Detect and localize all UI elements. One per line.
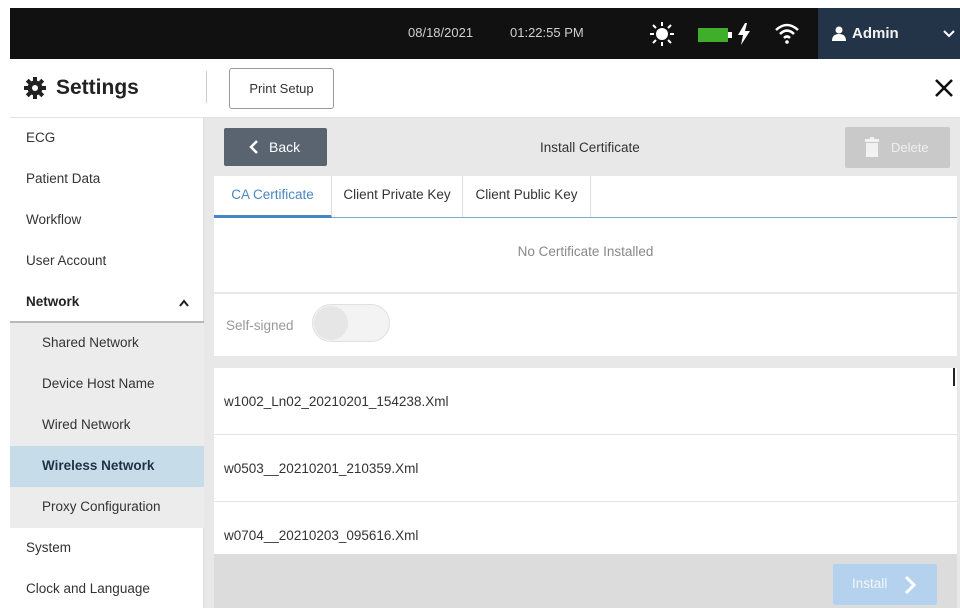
sidebar-item-label: Clock and Language — [26, 581, 150, 596]
status-time: 01:22:55 PM — [510, 25, 584, 40]
self-signed-label: Self-signed — [226, 318, 294, 333]
tab-ca-certificate[interactable]: CA Certificate — [214, 176, 332, 218]
sidebar-item-label: Network — [26, 294, 80, 309]
sidebar-item-wireless-network[interactable]: Wireless Network — [10, 446, 204, 487]
bolt-icon — [738, 23, 750, 45]
sidebar-item-label: User Account — [26, 253, 107, 268]
sidebar-item-ecg[interactable]: ECG — [10, 118, 204, 159]
chevron-left-icon — [249, 140, 258, 154]
chevron-right-icon — [904, 575, 917, 595]
sidebar-item-network[interactable]: Network — [10, 282, 204, 323]
header-divider — [206, 71, 207, 103]
self-signed-row: Self-signed — [214, 294, 957, 356]
chevron-down-icon — [943, 30, 955, 38]
sidebar-item-wired-network[interactable]: Wired Network — [10, 405, 204, 446]
list-item[interactable]: w1002_Ln02_20210201_154238.Xml — [214, 368, 957, 435]
footer-bar: Install — [214, 554, 957, 608]
sidebar-item-user-account[interactable]: User Account — [10, 241, 204, 282]
certificate-file-list: w1002_Ln02_20210201_154238.Xml w0503__20… — [214, 368, 957, 554]
self-signed-toggle[interactable] — [312, 304, 390, 342]
main-content: Back Install Certificate Delete CA Certi… — [204, 118, 960, 608]
status-date: 08/18/2021 — [408, 25, 474, 40]
delete-button[interactable]: Delete — [845, 127, 950, 168]
install-certificate-title: Install Certificate — [540, 140, 640, 155]
no-certificate-text: No Certificate Installed — [517, 244, 654, 259]
tab-client-public-key[interactable]: Client Public Key — [463, 176, 591, 217]
back-button[interactable]: Back — [224, 128, 327, 166]
file-name: w0503__20210201_210359.Xml — [224, 461, 419, 476]
tab-client-private-key[interactable]: Client Private Key — [332, 176, 463, 217]
sidebar-item-workflow[interactable]: Workflow — [10, 200, 204, 241]
back-button-label: Back — [269, 139, 301, 155]
wifi-icon — [775, 23, 799, 44]
sidebar-item-label: Workflow — [26, 212, 82, 227]
list-scrollbar[interactable] — [953, 368, 955, 386]
sidebar-item-label: Shared Network — [42, 335, 139, 350]
sidebar-item-label: Wired Network — [42, 417, 131, 432]
sidebar-item-proxy-configuration[interactable]: Proxy Configuration — [10, 487, 204, 528]
sun-icon — [650, 22, 674, 46]
sidebar-item-label: Wireless Network — [42, 458, 155, 473]
sidebar-item-label: Patient Data — [26, 171, 101, 186]
gear-icon — [24, 77, 46, 99]
trash-icon — [865, 137, 879, 157]
user-menu-button[interactable]: Admin — [818, 8, 960, 59]
sidebar-item-label: Device Host Name — [42, 376, 155, 391]
certificate-status-panel: No Certificate Installed — [214, 218, 957, 292]
status-bar: 08/18/2021 01:22:55 PM Admin — [10, 8, 960, 59]
tab-label: Client Private Key — [343, 187, 451, 202]
tab-label: CA Certificate — [231, 187, 314, 202]
sidebar-item-label: ECG — [26, 130, 56, 145]
sidebar-item-patient-data[interactable]: Patient Data — [10, 159, 204, 200]
certificate-tabs: CA Certificate Client Private Key Client… — [214, 176, 957, 218]
settings-sidebar: ECG Patient Data Workflow User Account N… — [10, 118, 204, 608]
sidebar-item-label: System — [26, 540, 72, 555]
install-button-label: Install — [852, 576, 888, 591]
user-icon — [832, 26, 846, 41]
file-name: w1002_Ln02_20210201_154238.Xml — [224, 394, 449, 409]
toggle-knob — [314, 306, 348, 340]
sidebar-item-clock-and-language[interactable]: Clock and Language — [10, 569, 204, 608]
close-icon[interactable] — [933, 77, 955, 99]
chevron-up-icon — [179, 299, 189, 307]
page-title: Settings — [56, 76, 139, 99]
settings-header: Settings Print Setup — [10, 59, 960, 118]
sidebar-item-shared-network[interactable]: Shared Network — [10, 323, 204, 364]
file-name: w0704__20210203_095616.Xml — [224, 528, 419, 543]
sidebar-item-label: Proxy Configuration — [42, 499, 161, 514]
sidebar-item-device-host-name[interactable]: Device Host Name — [10, 364, 204, 405]
install-button[interactable]: Install — [833, 564, 937, 605]
print-setup-button[interactable]: Print Setup — [229, 68, 334, 109]
tab-label: Client Public Key — [475, 187, 578, 202]
sidebar-item-system[interactable]: System — [10, 528, 204, 569]
delete-button-label: Delete — [891, 140, 929, 155]
list-item[interactable]: w0704__20210203_095616.Xml — [214, 502, 957, 554]
user-name: Admin — [852, 25, 899, 42]
list-item[interactable]: w0503__20210201_210359.Xml — [214, 435, 957, 502]
battery-icon — [698, 28, 732, 42]
